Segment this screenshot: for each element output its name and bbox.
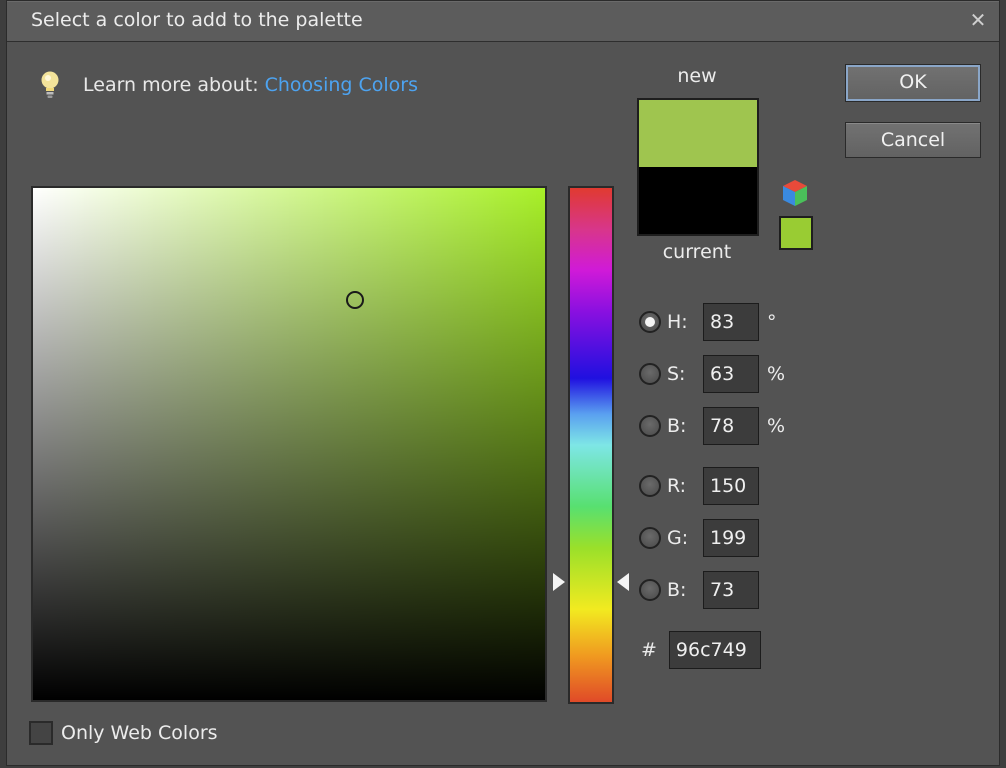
red-radio[interactable] — [639, 475, 661, 497]
brightness-input[interactable]: 78 — [703, 407, 759, 445]
black-gradient-layer — [33, 188, 545, 700]
brightness-unit: % — [767, 415, 786, 437]
close-icon[interactable]: ✕ — [967, 9, 989, 31]
title-bar[interactable]: Select a color to add to the palette ✕ — [7, 1, 999, 42]
cancel-button[interactable]: Cancel — [845, 122, 981, 158]
color-picker-dialog: Select a color to add to the palette ✕ L… — [6, 0, 1000, 766]
green-label: G: — [667, 527, 689, 549]
saturation-radio[interactable] — [639, 363, 661, 385]
blue-label: B: — [667, 579, 687, 601]
learn-more-label: Learn more about: — [83, 74, 259, 96]
hue-field-row: H: 83 ° — [639, 303, 791, 341]
green-field-row: G: 199 — [639, 519, 759, 557]
ok-button[interactable]: OK — [845, 64, 981, 102]
color-picker-marker[interactable] — [346, 291, 364, 309]
saturation-label: S: — [667, 363, 686, 385]
saturation-unit: % — [767, 363, 786, 385]
new-color-swatch — [639, 100, 757, 167]
current-color-swatch[interactable] — [639, 167, 757, 234]
hue-slider-right-handle-icon[interactable] — [617, 573, 629, 591]
green-radio[interactable] — [639, 527, 661, 549]
choosing-colors-link[interactable]: Choosing Colors — [265, 74, 418, 96]
red-field-row: R: 150 — [639, 467, 759, 505]
lightbulb-icon — [41, 71, 59, 98]
only-web-colors-row: Only Web Colors — [29, 719, 218, 747]
hue-unit: ° — [767, 311, 777, 333]
dialog-title: Select a color to add to the palette — [31, 9, 363, 31]
learn-more-row: Learn more about: Choosing Colors — [37, 69, 418, 101]
red-label: R: — [667, 475, 687, 497]
hex-field-row: # 96c749 — [641, 631, 761, 669]
only-web-colors-checkbox[interactable] — [29, 721, 53, 745]
hue-input[interactable]: 83 — [703, 303, 759, 341]
hue-radio[interactable] — [639, 311, 661, 333]
saturation-field-row: S: 63 % — [639, 355, 791, 393]
saturation-brightness-field[interactable] — [31, 186, 547, 702]
green-input[interactable]: 199 — [703, 519, 759, 557]
brightness-field-row: B: 78 % — [639, 407, 791, 445]
hex-input[interactable]: 96c749 — [668, 631, 761, 669]
red-input[interactable]: 150 — [703, 467, 759, 505]
hue-slider-left-handle-icon[interactable] — [553, 573, 565, 591]
new-color-label: new — [677, 65, 717, 87]
brightness-label: B: — [667, 415, 687, 437]
saturation-input[interactable]: 63 — [703, 355, 759, 393]
blue-field-row: B: 73 — [639, 571, 759, 609]
hue-label: H: — [667, 311, 688, 333]
current-color-label: current — [662, 241, 732, 263]
web-safe-color-swatch[interactable] — [779, 216, 813, 250]
hue-slider[interactable] — [568, 186, 614, 704]
hex-label: # — [641, 639, 657, 661]
web-safe-cube-icon[interactable] — [781, 178, 809, 208]
color-preview — [637, 98, 759, 236]
brightness-radio[interactable] — [639, 415, 661, 437]
blue-radio[interactable] — [639, 579, 661, 601]
only-web-colors-label: Only Web Colors — [61, 722, 218, 744]
blue-input[interactable]: 73 — [703, 571, 759, 609]
